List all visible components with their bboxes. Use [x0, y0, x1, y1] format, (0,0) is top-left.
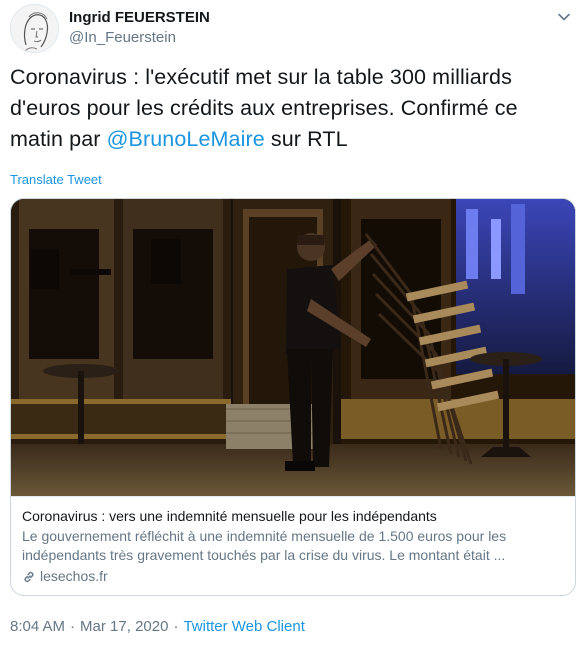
card-domain: lesechos.fr [22, 567, 564, 586]
mention-link[interactable]: @BrunoLeMaire [107, 127, 265, 151]
link-preview-card[interactable]: Coronavirus : vers une indemnité mensuel… [10, 198, 576, 596]
avatar-sketch-icon [11, 5, 58, 52]
tweet-client-link[interactable]: Twitter Web Client [183, 618, 304, 635]
tweet-text: Coronavirus : l'exécutif met sur la tabl… [10, 62, 570, 155]
tweet-time[interactable]: 8:04 AM [10, 618, 65, 635]
tweet: Ingrid FEUERSTEIN @In_Feuerstein Coronav… [0, 0, 585, 647]
meta-separator-2: · [173, 618, 179, 635]
link-icon [22, 570, 36, 584]
tweet-date[interactable]: Mar 17, 2020 [80, 618, 168, 635]
avatar[interactable] [10, 4, 59, 53]
tweet-meta: 8:04 AM · Mar 17, 2020 · Twitter Web Client [10, 617, 305, 637]
card-domain-text: lesechos.fr [40, 568, 108, 584]
tweet-menu-button[interactable] [553, 6, 575, 28]
cafe-photo [11, 199, 575, 496]
meta-separator: · [70, 618, 76, 635]
card-title: Coronavirus : vers une indemnité mensuel… [22, 508, 437, 524]
user-info: Ingrid FEUERSTEIN @In_Feuerstein [69, 8, 210, 48]
tweet-text-tail: sur RTL [264, 127, 348, 151]
card-description: Le gouvernement réfléchit à une indemnit… [22, 528, 507, 563]
user-handle[interactable]: @In_Feuerstein [69, 28, 210, 48]
chevron-down-icon [558, 13, 570, 21]
card-image [11, 199, 575, 496]
display-name[interactable]: Ingrid FEUERSTEIN [69, 8, 210, 28]
card-body: Coronavirus : vers une indemnité mensuel… [11, 496, 575, 586]
translate-tweet-link[interactable]: Translate Tweet [10, 172, 102, 187]
